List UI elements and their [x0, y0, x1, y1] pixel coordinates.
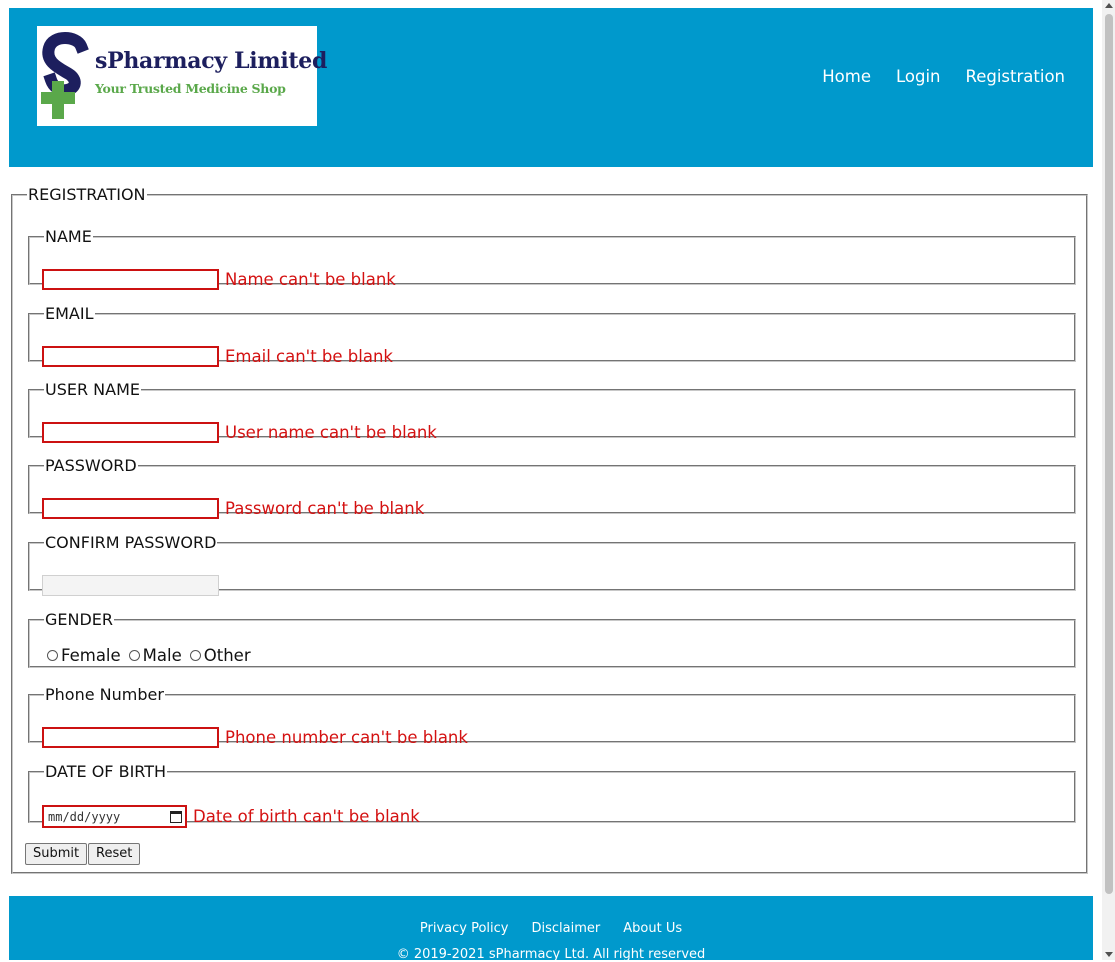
phone-group: Phone Number Phone number can't be blank [28, 685, 1076, 748]
confirm-password-group: CONFIRM PASSWORD [28, 533, 1076, 596]
phone-input[interactable] [42, 727, 219, 748]
scroll-thumb[interactable] [1105, 14, 1113, 894]
page-scrollbar[interactable] [1102, 0, 1115, 960]
scroll-up-icon[interactable] [1105, 3, 1113, 8]
gender-group: GENDER Female Male Other [28, 611, 1076, 668]
gender-female-label[interactable]: Female [61, 646, 121, 665]
brand-name: sPharmacy Limited [95, 48, 328, 74]
name-input[interactable] [42, 269, 219, 290]
nav-login-link[interactable]: Login [896, 67, 941, 86]
submit-button[interactable]: Submit [25, 843, 88, 865]
dob-input[interactable]: mm/dd/yyyy [42, 805, 187, 828]
scroll-down-icon[interactable] [1105, 952, 1113, 957]
gender-male-label[interactable]: Male [143, 646, 182, 665]
dob-group: DATE OF BIRTH mm/dd/yyyy Date of birth c… [28, 762, 1076, 828]
reset-button[interactable]: Reset [88, 843, 141, 865]
brand-logo[interactable]: sPharmacy Limited Your Trusted Medicine … [37, 26, 327, 126]
password-input[interactable] [42, 498, 219, 519]
gender-legend: GENDER [45, 610, 114, 629]
gender-male-radio[interactable] [128, 650, 140, 661]
name-error: Name can't be blank [225, 270, 396, 289]
password-error: Password can't be blank [225, 499, 425, 518]
dob-placeholder: mm/dd/yyyy [48, 809, 121, 824]
registration-form: REGISTRATION NAME Name can't be blank EM… [11, 186, 1088, 874]
pharmacy-s-cross-icon [41, 32, 89, 119]
main-nav: Home Login Registration [822, 67, 1065, 86]
email-legend: EMAIL [45, 304, 94, 323]
password-legend: PASSWORD [45, 456, 137, 475]
dob-legend: DATE OF BIRTH [45, 762, 167, 781]
phone-legend: Phone Number [45, 685, 164, 704]
email-error: Email can't be blank [225, 347, 393, 366]
nav-home-link[interactable]: Home [822, 67, 871, 86]
username-group: USER NAME User name can't be blank [28, 380, 1076, 443]
footer-privacy-link[interactable]: Privacy Policy [420, 921, 509, 936]
name-legend: NAME [45, 227, 92, 246]
gender-other-radio[interactable] [189, 650, 201, 661]
site-header: sPharmacy Limited Your Trusted Medicine … [9, 8, 1093, 167]
username-legend: USER NAME [45, 380, 141, 399]
registration-legend: REGISTRATION [28, 185, 146, 204]
confirm-password-legend: CONFIRM PASSWORD [45, 533, 217, 552]
email-input[interactable] [42, 346, 219, 367]
username-error: User name can't be blank [225, 423, 437, 442]
brand-tagline: Your Trusted Medicine Shop [95, 81, 286, 96]
phone-error: Phone number can't be blank [225, 728, 468, 747]
username-input[interactable] [42, 422, 219, 443]
gender-female-radio[interactable] [47, 650, 58, 661]
gender-other-label[interactable]: Other [204, 646, 251, 665]
site-footer: Privacy Policy Disclaimer About Us © 201… [9, 896, 1093, 962]
confirm-password-input[interactable] [42, 575, 219, 596]
email-group: EMAIL Email can't be blank [28, 304, 1076, 367]
nav-registration-link[interactable]: Registration [966, 67, 1066, 86]
name-group: NAME Name can't be blank [28, 227, 1076, 290]
footer-disclaimer-link[interactable]: Disclaimer [532, 921, 601, 936]
footer-about-link[interactable]: About Us [623, 921, 682, 936]
calendar-icon[interactable] [170, 810, 182, 823]
dob-error: Date of birth can't be blank [193, 807, 420, 826]
password-group: PASSWORD Password can't be blank [28, 456, 1076, 519]
